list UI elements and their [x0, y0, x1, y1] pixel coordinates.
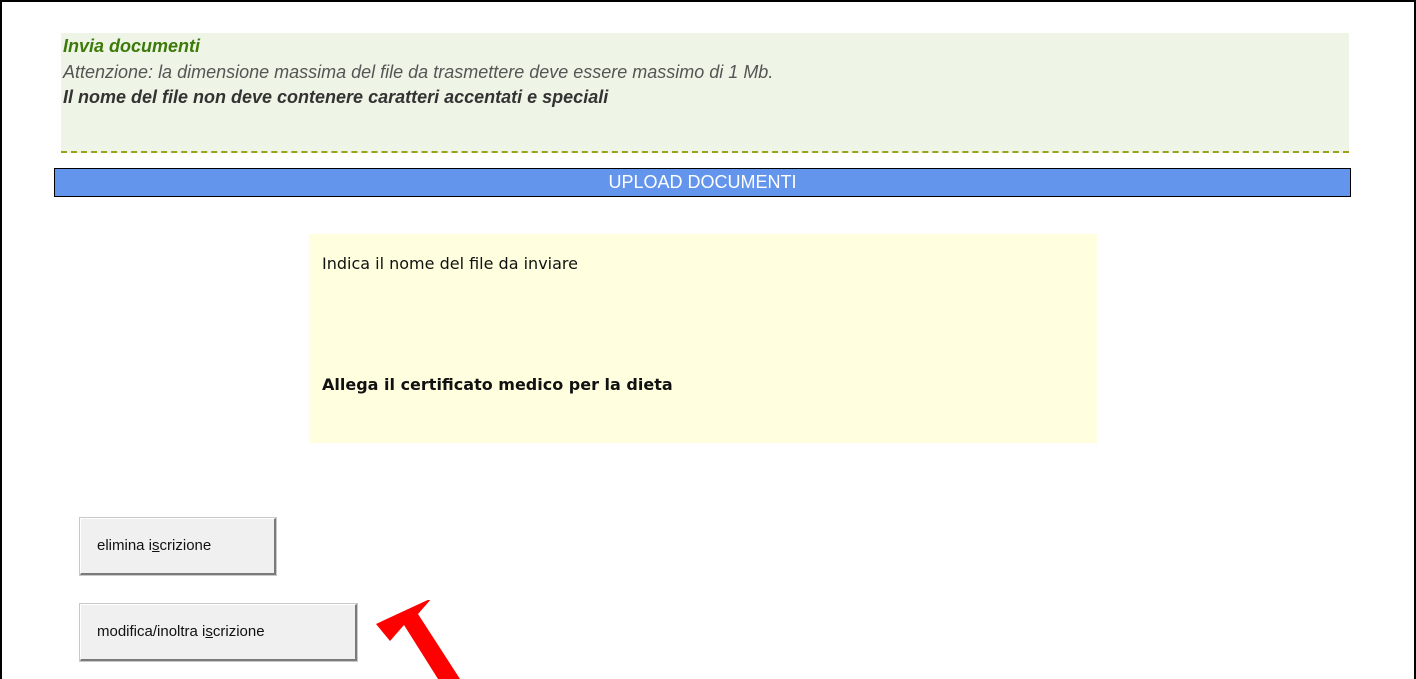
notice-title: Invia documenti: [63, 36, 201, 56]
submit-enrollment-button[interactable]: modifica/inoltra iscrizione: [79, 603, 358, 662]
red-arrow-icon: [376, 600, 460, 679]
upload-panel: Indica il nome del file da inviare Alleg…: [309, 234, 1097, 443]
submit-button-label-post: crizione: [212, 623, 265, 640]
notice-rule: Il nome del file non deve contenere cara…: [63, 87, 609, 107]
delete-button-label-post: crizione: [159, 537, 212, 554]
delete-enrollment-button[interactable]: elimina iscrizione: [79, 517, 277, 576]
attach-certificate-label: Allega il certificato medico per la diet…: [322, 375, 673, 394]
section-header: UPLOAD DOCUMENTI: [54, 168, 1351, 197]
notice-warning: Attenzione: la dimensione massima del fi…: [63, 62, 774, 82]
submit-button-accelerator: s: [205, 623, 213, 640]
delete-button-label-pre: elimina i: [97, 537, 153, 554]
delete-button-accelerator: s: [152, 537, 160, 554]
notice-panel: Invia documenti Attenzione: la dimension…: [61, 33, 1349, 153]
submit-button-label-pre: modifica/inoltra i: [97, 623, 206, 640]
upload-prompt: Indica il nome del file da inviare: [322, 254, 578, 273]
